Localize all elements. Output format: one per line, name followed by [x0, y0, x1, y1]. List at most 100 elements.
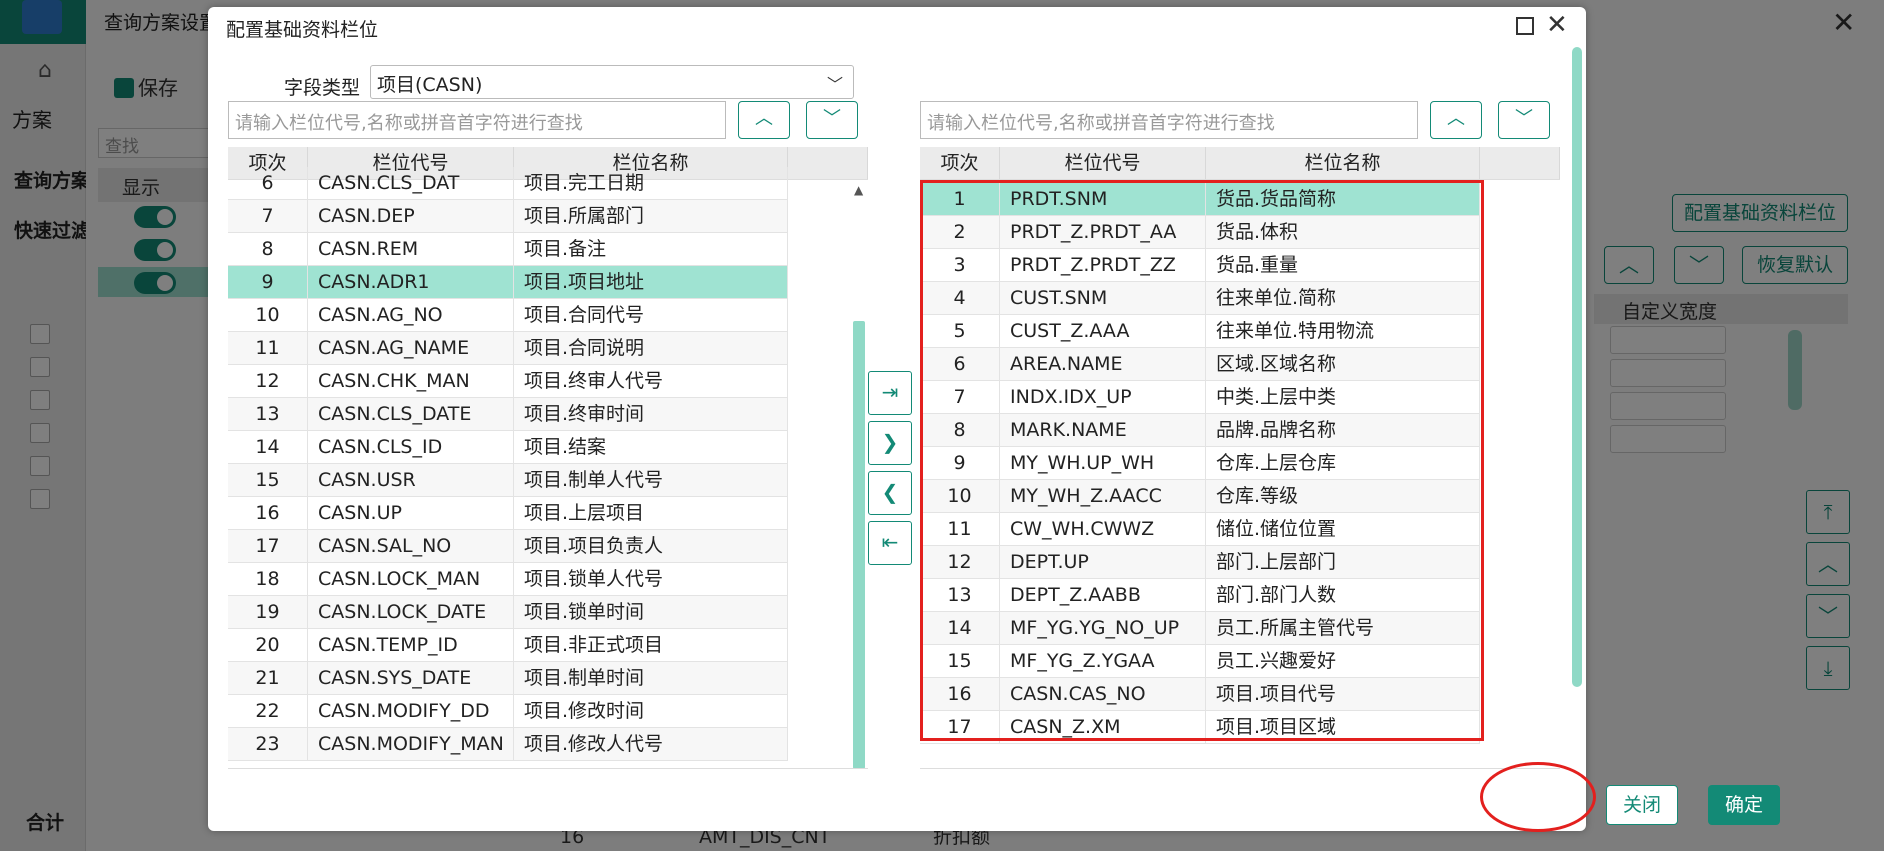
row-name-cell: 仓库.等级: [1206, 480, 1480, 512]
row-code-cell: CASN.LOCK_MAN: [308, 563, 514, 595]
table-row[interactable]: 20 CASN.TEMP_ID 项目.非正式项目: [228, 629, 788, 662]
table-row[interactable]: 22 CASN.MODIFY_DD 项目.修改时间: [228, 695, 788, 728]
table-row[interactable]: 10 CASN.AG_NO 项目.合同代号: [228, 299, 788, 332]
row-index-cell: 8: [920, 414, 1000, 446]
row-code-cell: CASN.MODIFY_MAN: [308, 728, 514, 760]
row-index-cell: 23: [228, 728, 308, 760]
left-search-input[interactable]: 请输入栏位代号,名称或拼音首字符进行查找: [228, 101, 726, 139]
row-index-cell: 14: [228, 431, 308, 463]
row-code-cell: DEPT_Z.AABB: [1000, 579, 1206, 611]
table-row[interactable]: 7 INDX.IDX_UP 中类.上层中类: [920, 381, 1480, 414]
table-row[interactable]: 6 CASN.CLS_DAT 项目.完工日期: [228, 167, 788, 200]
row-index-cell: 17: [920, 711, 1000, 743]
row-code-cell: PRDT.SNM: [1000, 183, 1206, 215]
row-code-cell: CASN.CLS_DAT: [308, 167, 514, 199]
table-row[interactable]: 10 MY_WH_Z.AACC 仓库.等级: [920, 480, 1480, 513]
table-row[interactable]: 16 CASN.UP 项目.上层项目: [228, 497, 788, 530]
table-row[interactable]: 12 CASN.CHK_MAN 项目.终审人代号: [228, 365, 788, 398]
row-name-cell: 项目.项目代号: [1206, 678, 1480, 710]
move-left-icon[interactable]: ❮: [868, 471, 912, 515]
table-row[interactable]: 9 MY_WH.UP_WH 仓库.上层仓库: [920, 447, 1480, 480]
row-name-cell: 项目.锁单人代号: [514, 563, 788, 595]
table-row[interactable]: 7 CASN.DEP 项目.所属部门: [228, 200, 788, 233]
row-index-cell: 7: [228, 200, 308, 232]
table-row[interactable]: 8 MARK.NAME 品牌.品牌名称: [920, 414, 1480, 447]
table-row[interactable]: 13 CASN.CLS_DATE 项目.终审时间: [228, 398, 788, 431]
row-index-cell: 5: [920, 315, 1000, 347]
dialog-scrollbar[interactable]: [1572, 47, 1582, 687]
row-code-cell: CASN.CLS_DATE: [308, 398, 514, 430]
table-row[interactable]: 1 PRDT.SNM 货品.货品简称: [920, 183, 1480, 216]
row-name-cell: 项目.完工日期: [514, 167, 788, 199]
available-fields-body: 6 CASN.CLS_DAT 项目.完工日期 7 CASN.DEP 项目.所属部门 8 CAS…: [228, 167, 788, 761]
row-code-cell: MF_YG.YG_NO_UP: [1000, 612, 1206, 644]
move-all-left-icon[interactable]: ⇤: [868, 521, 912, 565]
row-name-cell: 往来单位.特用物流: [1206, 315, 1480, 347]
row-code-cell: CUST_Z.AAA: [1000, 315, 1206, 347]
row-index-cell: 22: [228, 695, 308, 727]
ok-button[interactable]: 确定: [1708, 785, 1780, 825]
row-index-cell: 1: [920, 183, 1000, 215]
right-down-button[interactable]: ﹀: [1498, 101, 1550, 139]
close-icon[interactable]: ✕: [1546, 11, 1568, 39]
left-down-button[interactable]: ﹀: [806, 101, 858, 139]
close-button[interactable]: 关闭: [1606, 785, 1678, 825]
scroll-up-icon[interactable]: ▲: [854, 183, 863, 197]
right-up-button[interactable]: ︿: [1430, 101, 1482, 139]
move-all-right-icon[interactable]: ⇥: [868, 371, 912, 415]
row-name-cell: 项目.项目区域: [1206, 711, 1480, 743]
col-header-name: 栏位名称: [1206, 147, 1480, 179]
table-row[interactable]: 19 CASN.LOCK_DATE 项目.锁单时间: [228, 596, 788, 629]
left-scrollbar[interactable]: ▲: [850, 181, 868, 768]
table-row[interactable]: 23 CASN.MODIFY_MAN 项目.修改人代号: [228, 728, 788, 761]
field-type-label: 字段类型: [284, 77, 361, 99]
row-index-cell: 6: [920, 348, 1000, 380]
row-code-cell: CASN.SAL_NO: [308, 530, 514, 562]
row-index-cell: 21: [228, 662, 308, 694]
table-row[interactable]: 3 PRDT_Z.PRDT_ZZ 货品.重量: [920, 249, 1480, 282]
row-name-cell: 仓库.上层仓库: [1206, 447, 1480, 479]
table-row[interactable]: 17 CASN_Z.XM 项目.项目区域: [920, 711, 1480, 744]
maximize-icon[interactable]: [1516, 17, 1534, 35]
row-index-cell: 12: [920, 546, 1000, 578]
table-row[interactable]: 11 CW_WH.CWWZ 储位.储位位置: [920, 513, 1480, 546]
table-row[interactable]: 4 CUST.SNM 往来单位.简称: [920, 282, 1480, 315]
row-index-cell: 9: [228, 266, 308, 298]
table-row[interactable]: 21 CASN.SYS_DATE 项目.制单时间: [228, 662, 788, 695]
row-name-cell: 项目.结案: [514, 431, 788, 463]
col-header-index: 项次: [920, 147, 1000, 179]
field-type-select[interactable]: 项目(CASN) ﹀: [370, 65, 854, 99]
row-code-cell: INDX.IDX_UP: [1000, 381, 1206, 413]
row-name-cell: 项目.合同代号: [514, 299, 788, 331]
row-code-cell: PRDT_Z.PRDT_AA: [1000, 216, 1206, 248]
row-index-cell: 15: [920, 645, 1000, 677]
table-row[interactable]: 14 MF_YG.YG_NO_UP 员工.所属主管代号: [920, 612, 1480, 645]
table-row[interactable]: 16 CASN.CAS_NO 项目.项目代号: [920, 678, 1480, 711]
move-right-icon[interactable]: ❯: [868, 421, 912, 465]
row-code-cell: CASN.SYS_DATE: [308, 662, 514, 694]
table-row[interactable]: 6 AREA.NAME 区域.区域名称: [920, 348, 1480, 381]
left-up-button[interactable]: ︿: [738, 101, 790, 139]
row-index-cell: 11: [920, 513, 1000, 545]
row-code-cell: CASN.CHK_MAN: [308, 365, 514, 397]
table-row[interactable]: 11 CASN.AG_NAME 项目.合同说明: [228, 332, 788, 365]
table-row[interactable]: 8 CASN.REM 项目.备注: [228, 233, 788, 266]
right-search-input[interactable]: 请输入栏位代号,名称或拼音首字符进行查找: [920, 101, 1418, 139]
left-scroll-thumb[interactable]: [853, 321, 865, 768]
table-row[interactable]: 15 MF_YG_Z.YGAA 员工.兴趣爱好: [920, 645, 1480, 678]
table-row[interactable]: 14 CASN.CLS_ID 项目.结案: [228, 431, 788, 464]
table-row[interactable]: 2 PRDT_Z.PRDT_AA 货品.体积: [920, 216, 1480, 249]
row-code-cell: CASN.LOCK_DATE: [308, 596, 514, 628]
row-code-cell: CASN.CLS_ID: [308, 431, 514, 463]
table-row[interactable]: 15 CASN.USR 项目.制单人代号: [228, 464, 788, 497]
table-row[interactable]: 17 CASN.SAL_NO 项目.项目负责人: [228, 530, 788, 563]
table-row[interactable]: 12 DEPT.UP 部门.上层部门: [920, 546, 1480, 579]
row-name-cell: 员工.所属主管代号: [1206, 612, 1480, 644]
table-row[interactable]: 9 CASN.ADR1 项目.项目地址: [228, 266, 788, 299]
table-row[interactable]: 18 CASN.LOCK_MAN 项目.锁单人代号: [228, 563, 788, 596]
row-code-cell: CASN_Z.XM: [1000, 711, 1206, 743]
table-row[interactable]: 13 DEPT_Z.AABB 部门.部门人数: [920, 579, 1480, 612]
row-code-cell: MY_WH.UP_WH: [1000, 447, 1206, 479]
row-name-cell: 项目.项目负责人: [514, 530, 788, 562]
table-row[interactable]: 5 CUST_Z.AAA 往来单位.特用物流: [920, 315, 1480, 348]
